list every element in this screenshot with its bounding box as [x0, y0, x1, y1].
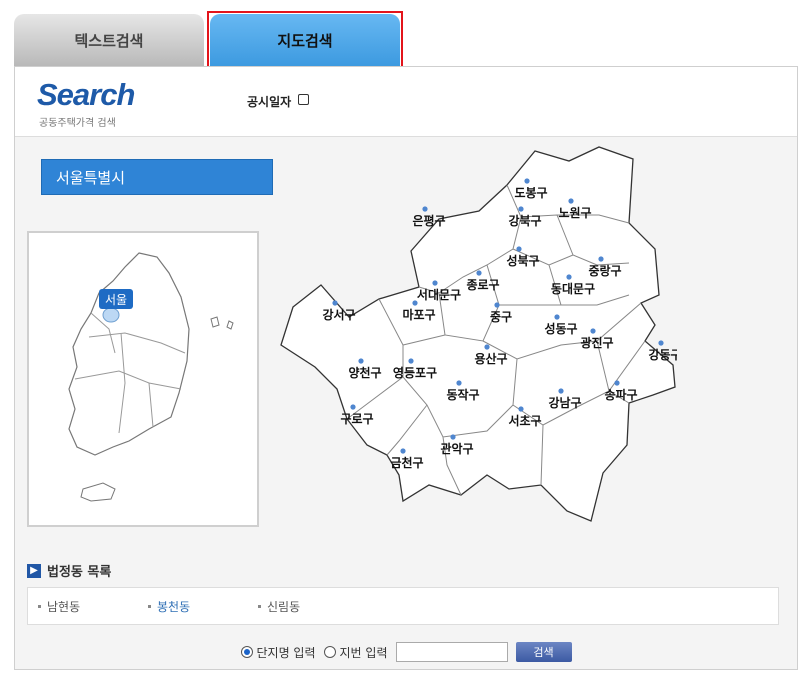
district-label[interactable]: 관악구 [440, 441, 473, 456]
bullet-icon [258, 604, 261, 608]
dong-item-bongcheon[interactable]: 봉천동 [148, 598, 248, 615]
map-search-panel: Search 공동주택가격 검색 공시일자 서울특별시 서울 도봉구노원구강북구… [14, 66, 798, 670]
dong-list: 남현동 봉천동 신림동 [27, 587, 779, 625]
district-dot[interactable] [524, 178, 530, 184]
district-label[interactable]: 중구 [490, 310, 512, 324]
district-dot[interactable] [456, 380, 462, 386]
seoul-badge-label: 서울 [105, 293, 127, 307]
bullet-icon [38, 604, 41, 608]
district-label[interactable]: 동대문구 [551, 282, 595, 296]
district-dot[interactable] [518, 406, 524, 412]
dong-item-label: 남현동 [47, 599, 81, 614]
district-dot[interactable] [516, 246, 522, 252]
district-label[interactable]: 구로구 [340, 412, 373, 426]
district-dot[interactable] [568, 198, 574, 204]
district-label[interactable]: 강남구 [548, 395, 581, 410]
district-label[interactable]: 금천구 [390, 455, 423, 470]
district-dot[interactable] [658, 340, 664, 346]
district-label[interactable]: 도봉구 [514, 186, 547, 200]
dong-list-title-text: 법정동 목록 [47, 565, 112, 580]
district-dot[interactable] [558, 388, 564, 394]
ulleungdo-island [210, 316, 234, 330]
district-dot[interactable] [494, 302, 500, 308]
district-label[interactable]: 광진구 [580, 335, 613, 350]
district-label[interactable]: 성북구 [506, 254, 539, 268]
district-label[interactable]: 성동구 [544, 322, 577, 336]
district-dot[interactable] [350, 404, 356, 410]
district-label[interactable]: 노원구 [558, 206, 591, 220]
district-dot[interactable] [598, 256, 604, 262]
district-label[interactable]: 은평구 [412, 214, 445, 228]
region-selector[interactable]: 서울특별시 [41, 159, 273, 195]
district-dot[interactable] [518, 206, 524, 212]
district-dot[interactable] [332, 300, 338, 306]
district-label[interactable]: 마포구 [402, 307, 435, 322]
district-label[interactable]: 동작구 [446, 387, 479, 402]
seoul-district-map: 도봉구노원구강북구 은평구성북구중랑구종로구서대문구 동대문구강서구 마포구 중구성동구… [280, 146, 677, 522]
district-dot[interactable] [358, 358, 364, 364]
district-dot[interactable] [432, 280, 438, 286]
seoul-area[interactable] [102, 307, 120, 323]
chevron-right-icon: ▶ [27, 563, 41, 578]
radio-complex-name[interactable] [240, 646, 253, 658]
district-dot[interactable] [422, 206, 428, 212]
district-label[interactable]: 송파구 [604, 387, 637, 402]
radio-lot-number[interactable] [323, 646, 336, 658]
district-label[interactable]: 중랑구 [588, 264, 621, 278]
search-logo-subtitle: 공동주택가격 검색 [39, 118, 116, 129]
bullet-icon [148, 604, 151, 608]
district-dot[interactable] [554, 314, 560, 320]
search-button-label: 검색 [533, 646, 554, 659]
dong-item-namhyeon[interactable]: 남현동 [38, 598, 138, 615]
district-dot[interactable] [476, 270, 482, 276]
korea-map-svg: 서울 [68, 252, 234, 502]
seoul-boundary [280, 146, 676, 522]
dong-list-title: ▶ 법정동 목록 [27, 561, 111, 580]
tab-text-search-label: 텍스트검색 [74, 31, 144, 50]
search-form: 단지명 입력 지번 입력 검색 [15, 639, 797, 665]
district-dot[interactable] [400, 448, 406, 454]
district-dot[interactable] [614, 380, 620, 386]
jeju-island [80, 482, 116, 502]
dong-item-label: 봉천동 [157, 599, 191, 614]
district-label[interactable]: 양천구 [348, 365, 381, 380]
dong-item-sillim[interactable]: 신림동 [258, 598, 358, 615]
radio-lot-number-label: 지번 입력 [339, 645, 388, 660]
district-dot[interactable] [484, 344, 490, 350]
district-dot[interactable] [408, 358, 414, 364]
tab-highlight-box [207, 11, 403, 68]
district-label[interactable]: 종로구 [466, 278, 499, 292]
district-dot[interactable] [412, 300, 418, 306]
district-dot[interactable] [450, 434, 456, 440]
district-dot[interactable] [566, 274, 572, 280]
district-label[interactable]: 영등포구 [393, 365, 437, 380]
korea-mainland-outline [68, 252, 190, 456]
district-label[interactable]: 강북구 [508, 214, 541, 228]
district-label[interactable]: 서대문구 [417, 287, 461, 302]
panel-header: Search 공동주택가격 검색 공시일자 [15, 67, 797, 137]
search-input[interactable] [395, 642, 508, 662]
district-label[interactable]: 강서구 [322, 307, 355, 322]
district-dot[interactable] [590, 328, 596, 334]
announcement-date-label: 공시일자 [247, 95, 292, 109]
search-button[interactable]: 검색 [515, 642, 572, 662]
announcement-date-checkbox[interactable] [298, 94, 309, 105]
district-label[interactable]: 강동구 [648, 348, 677, 362]
district-label[interactable]: 용산구 [474, 351, 507, 366]
radio-complex-name-label: 단지명 입력 [256, 645, 316, 660]
tab-text-search[interactable]: 텍스트검색 [14, 14, 204, 66]
region-selector-label: 서울특별시 [56, 168, 126, 187]
korea-minimap: 서울 [27, 231, 259, 527]
district-label[interactable]: 서초구 [508, 413, 541, 428]
dong-item-label: 신림동 [267, 599, 301, 614]
search-logo: Search [37, 77, 135, 112]
